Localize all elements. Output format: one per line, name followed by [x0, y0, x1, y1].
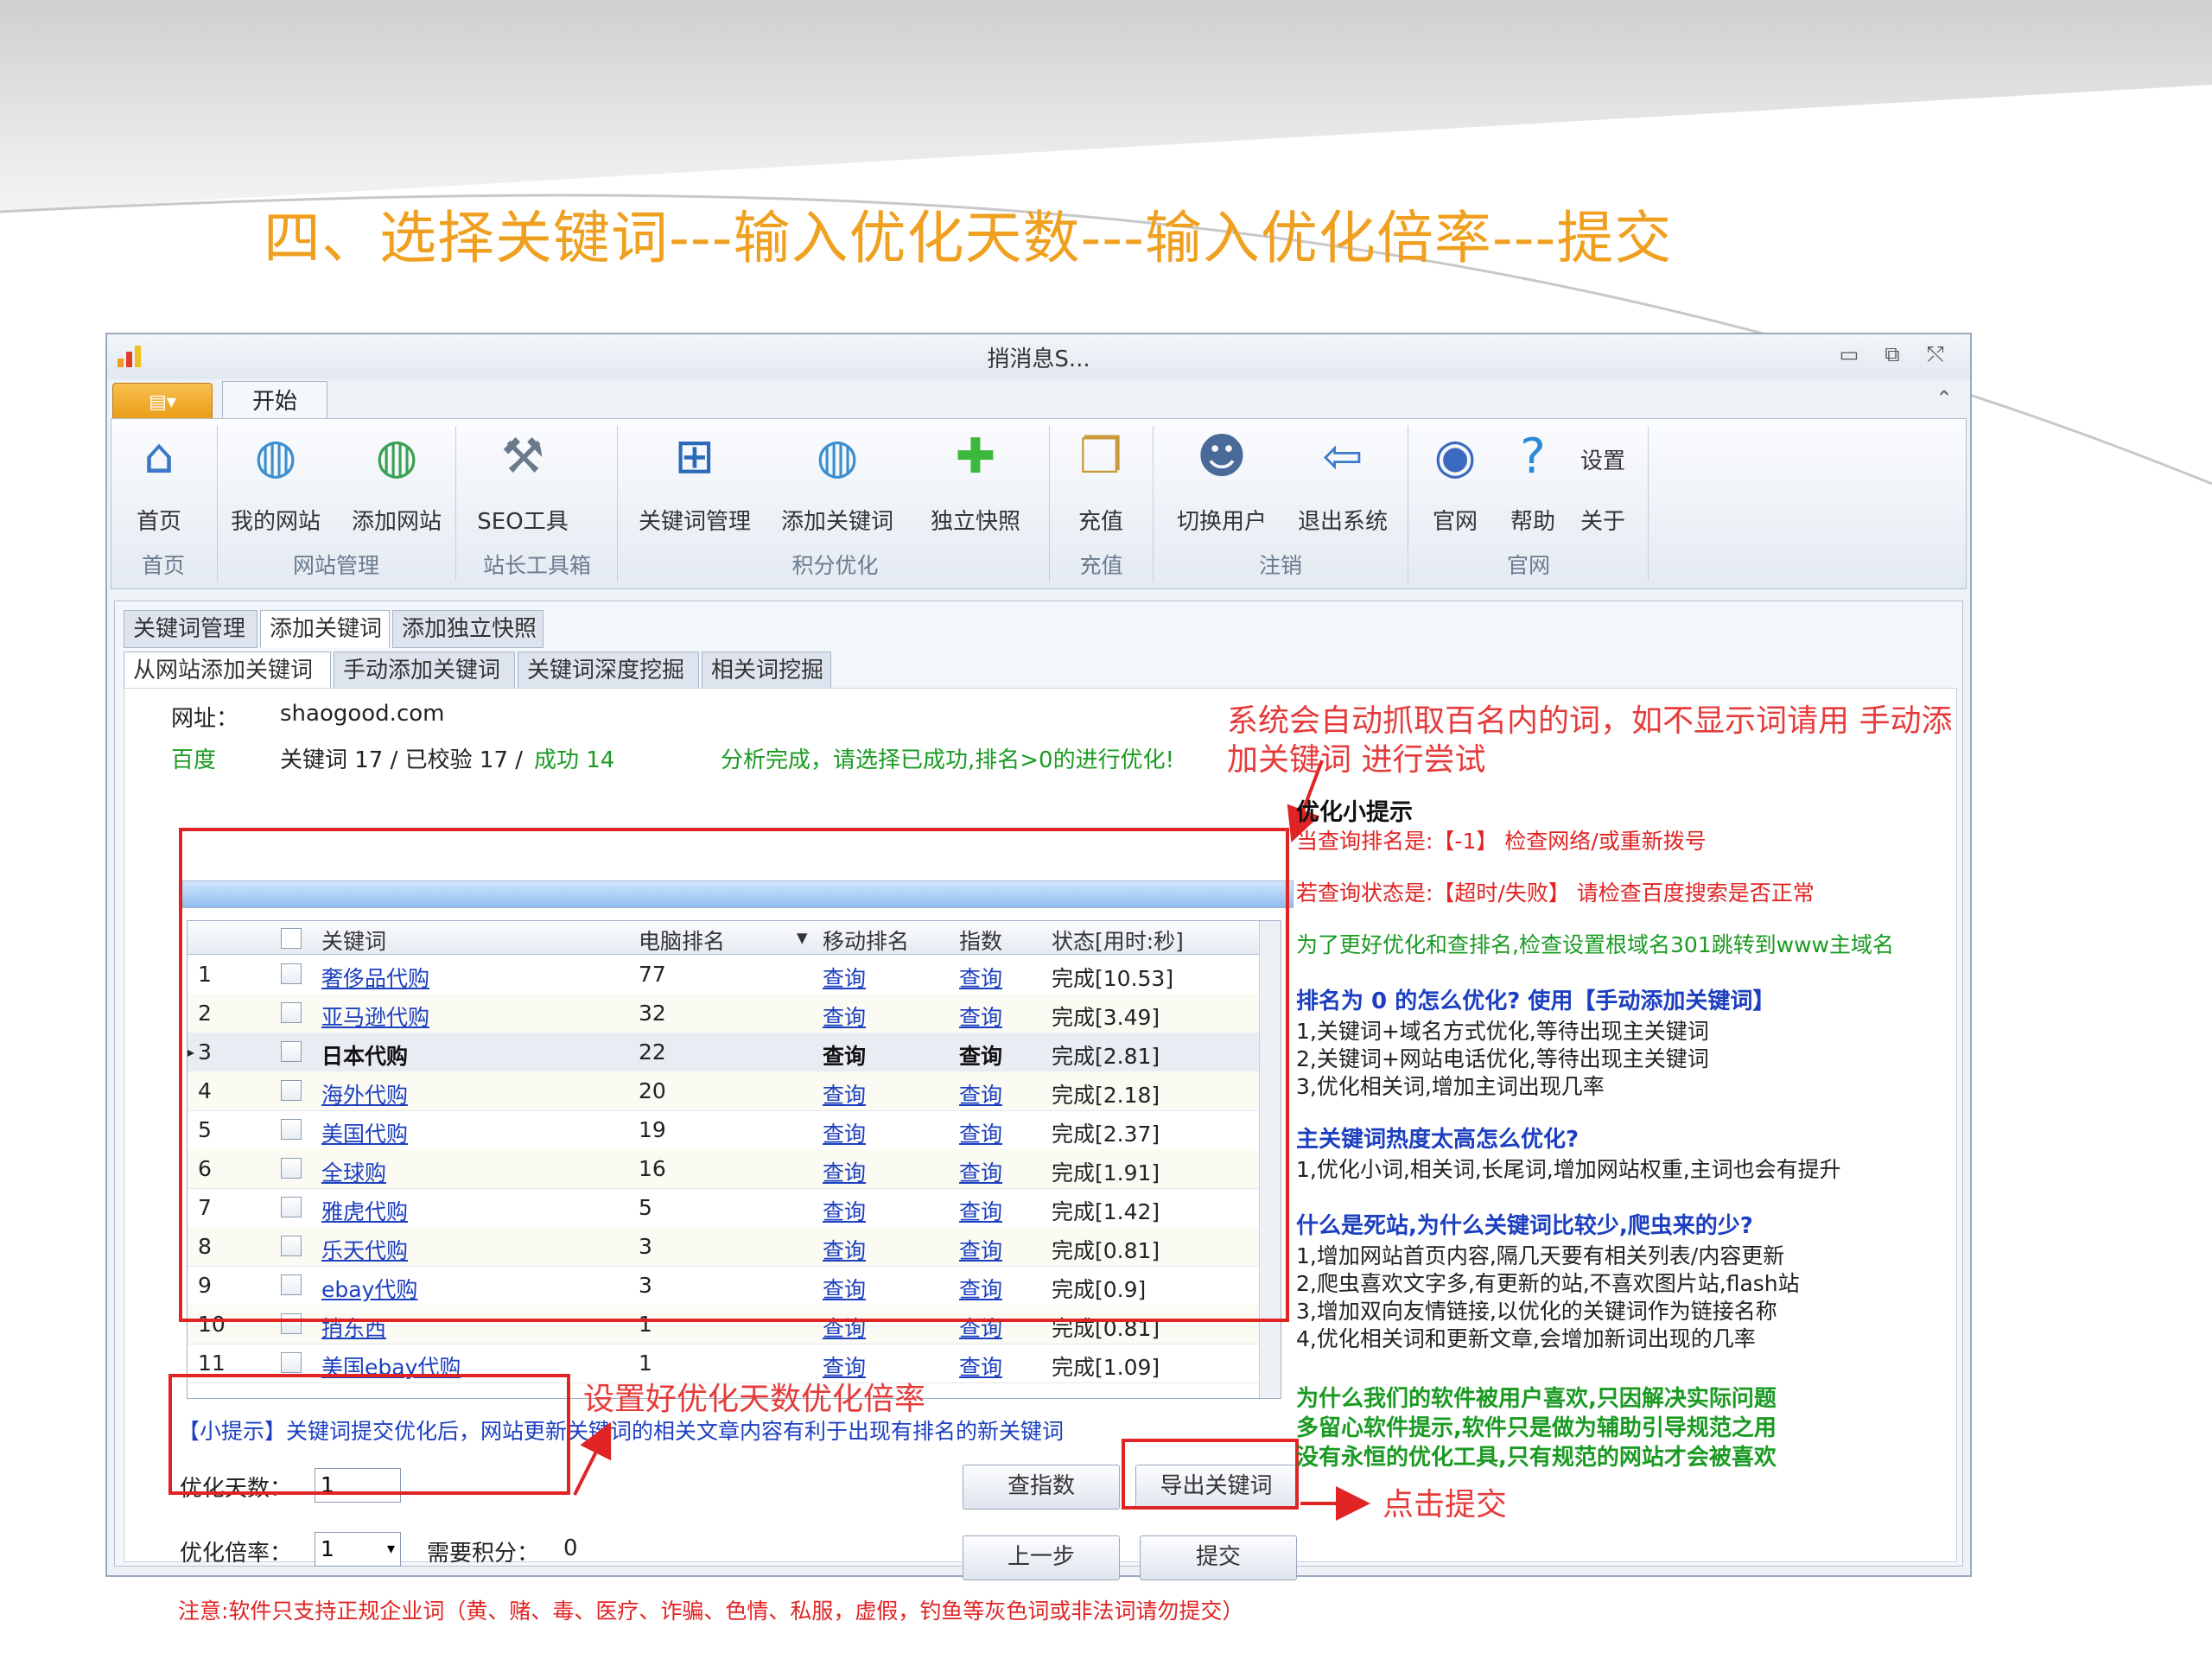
tip-1: 当查询排名是:【-1】 检查网络/或重新拨号 — [1296, 829, 1707, 854]
answer-3b: 2,爬虫喜欢文字多,有更新的站,不喜欢图片站,flash站 — [1296, 1271, 1800, 1296]
answer-3c: 3,增加双向友情链接,以优化的关键词作为链接名称 — [1296, 1299, 1777, 1324]
tip-3: 为了更好优化和查排名,检查设置根域名301跳转到www主域名 — [1296, 932, 1895, 957]
answer-3d: 4,优化相关词和更新文章,会增加新词出现的几率 — [1296, 1326, 1756, 1351]
tip-2: 若查询状态是:【超时/失败】 请检查百度搜索是否正常 — [1296, 880, 1815, 906]
answer-2a: 1,优化小词,相关词,长尾词,增加网站权重,主词也会有提升 — [1296, 1157, 1841, 1182]
green-note-1: 为什么我们的软件被用户喜欢,只因解决实际问题 — [1296, 1386, 1777, 1412]
answer-1a: 1,关键词+域名方式优化,等待出现主关键词 — [1296, 1019, 1709, 1044]
annotation-arrows — [573, 760, 1370, 1521]
answer-1c: 3,优化相关词,增加主词出现几率 — [1296, 1074, 1605, 1099]
tips-title: 优化小提示 — [1296, 799, 1413, 826]
answer-1b: 2,关键词+网站电话优化,等待出现主关键词 — [1296, 1046, 1709, 1071]
answer-3a: 1,增加网站首页内容,隔几天要有相关列表/内容更新 — [1296, 1243, 1785, 1268]
question-3: 什么是死站,为什么关键词比较少,爬虫来的少? — [1296, 1213, 1753, 1239]
question-2: 主关键词热度太高怎么优化? — [1296, 1127, 1580, 1153]
annotation-auto-fetch-2: 加关键词 进行尝试 — [1227, 742, 1486, 778]
annotation-submit-note: 点击提交 — [1382, 1487, 1508, 1522]
green-note-2: 多留心软件提示,软件只是做为辅助引导规范之用 — [1296, 1415, 1777, 1441]
annotation-settings-note: 设置好优化天数优化倍率 — [583, 1382, 926, 1417]
question-1: 排名为 0 的怎么优化? 使用【手动添加关键词】 — [1296, 988, 1776, 1014]
green-note-3: 没有永恒的优化工具,只有规范的网站才会被喜欢 — [1296, 1445, 1777, 1471]
